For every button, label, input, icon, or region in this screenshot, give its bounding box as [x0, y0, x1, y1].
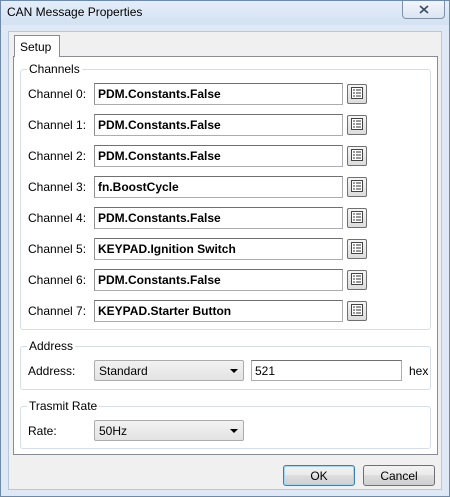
channel-1-field[interactable]: PDM.Constants.False	[94, 114, 343, 136]
channel-0-label: Channel 0:	[28, 87, 87, 101]
channel-6-field[interactable]: PDM.Constants.False	[94, 269, 343, 291]
address-group: Address Address: Standard 521 hex	[20, 339, 431, 390]
channel-1-label: Channel 1:	[28, 118, 87, 132]
setup-panel: Channels Channel 0: PDM.Constants.False Ch…	[13, 56, 438, 455]
channel-2-value: PDM.Constants.False	[98, 149, 221, 163]
dialog-client-area: Setup Channels Channel 0: PDM.Constants.F…	[8, 31, 442, 490]
channel-2-label: Channel 2:	[28, 149, 87, 163]
close-icon	[418, 5, 429, 14]
channel-3-label: Channel 3:	[28, 180, 87, 194]
chevron-down-icon	[230, 429, 238, 433]
channel-6-picker-button[interactable]	[347, 270, 367, 290]
channel-3-value: fn.BoostCycle	[98, 180, 179, 194]
channel-0-value: PDM.Constants.False	[98, 87, 221, 101]
channel-6-label: Channel 6:	[28, 273, 87, 287]
channel-4-picker-button[interactable]	[347, 208, 367, 228]
channel-2-picker-button[interactable]	[347, 146, 367, 166]
list-picker-icon	[351, 148, 363, 164]
address-type-value: Standard	[99, 364, 148, 378]
address-type-select[interactable]: Standard	[94, 360, 244, 381]
channel-5-field[interactable]: KEYPAD.Ignition Switch	[94, 238, 343, 260]
title-bar[interactable]: CAN Message Properties	[1, 1, 449, 25]
channel-2-field[interactable]: PDM.Constants.False	[94, 145, 343, 167]
list-picker-icon	[351, 86, 363, 102]
address-label: Address:	[28, 364, 76, 378]
list-picker-icon	[351, 272, 363, 288]
cancel-button[interactable]: Cancel	[363, 465, 435, 486]
window-title: CAN Message Properties	[7, 5, 143, 19]
channel-7-field[interactable]: KEYPAD.Starter Button	[94, 300, 343, 322]
channel-4-value: PDM.Constants.False	[98, 211, 221, 225]
channel-7-picker-button[interactable]	[347, 301, 367, 321]
channel-7-label: Channel 7:	[28, 304, 87, 318]
transmit-rate-group: Trasmit Rate Rate: 50Hz	[20, 399, 431, 449]
channel-3-picker-button[interactable]	[347, 177, 367, 197]
address-group-label: Address	[27, 339, 76, 353]
channel-5-value: KEYPAD.Ignition Switch	[98, 242, 236, 256]
list-picker-icon	[351, 303, 363, 319]
channel-5-label: Channel 5:	[28, 242, 87, 256]
rate-select[interactable]: 50Hz	[94, 420, 244, 441]
channel-0-picker-button[interactable]	[347, 84, 367, 104]
channel-1-value: PDM.Constants.False	[98, 118, 221, 132]
address-hex-label: hex	[409, 364, 429, 378]
list-picker-icon	[351, 210, 363, 226]
tab-setup[interactable]: Setup	[14, 35, 60, 57]
channel-1-picker-button[interactable]	[347, 115, 367, 135]
address-input[interactable]: 521	[251, 360, 402, 381]
channels-group-label: Channels	[27, 62, 82, 76]
rate-value: 50Hz	[99, 424, 128, 438]
channel-6-value: PDM.Constants.False	[98, 273, 221, 287]
list-picker-icon	[351, 179, 363, 195]
address-value: 521	[255, 364, 276, 378]
ok-button[interactable]: OK	[283, 465, 355, 486]
channel-7-value: KEYPAD.Starter Button	[98, 304, 232, 318]
list-picker-icon	[351, 241, 363, 257]
channel-3-field[interactable]: fn.BoostCycle	[94, 176, 343, 198]
channel-4-label: Channel 4:	[28, 211, 87, 225]
channel-0-field[interactable]: PDM.Constants.False	[94, 83, 343, 105]
close-button[interactable]	[402, 1, 445, 19]
list-picker-icon	[351, 117, 363, 133]
chevron-down-icon	[230, 369, 238, 373]
rate-label: Rate:	[28, 424, 57, 438]
channel-5-picker-button[interactable]	[347, 239, 367, 259]
transmit-rate-group-label: Trasmit Rate	[27, 399, 100, 413]
channels-group: Channels Channel 0: PDM.Constants.False Ch…	[20, 62, 431, 330]
dialog-window: CAN Message Properties Setup Channels Ch…	[0, 0, 450, 497]
channel-4-field[interactable]: PDM.Constants.False	[94, 207, 343, 229]
